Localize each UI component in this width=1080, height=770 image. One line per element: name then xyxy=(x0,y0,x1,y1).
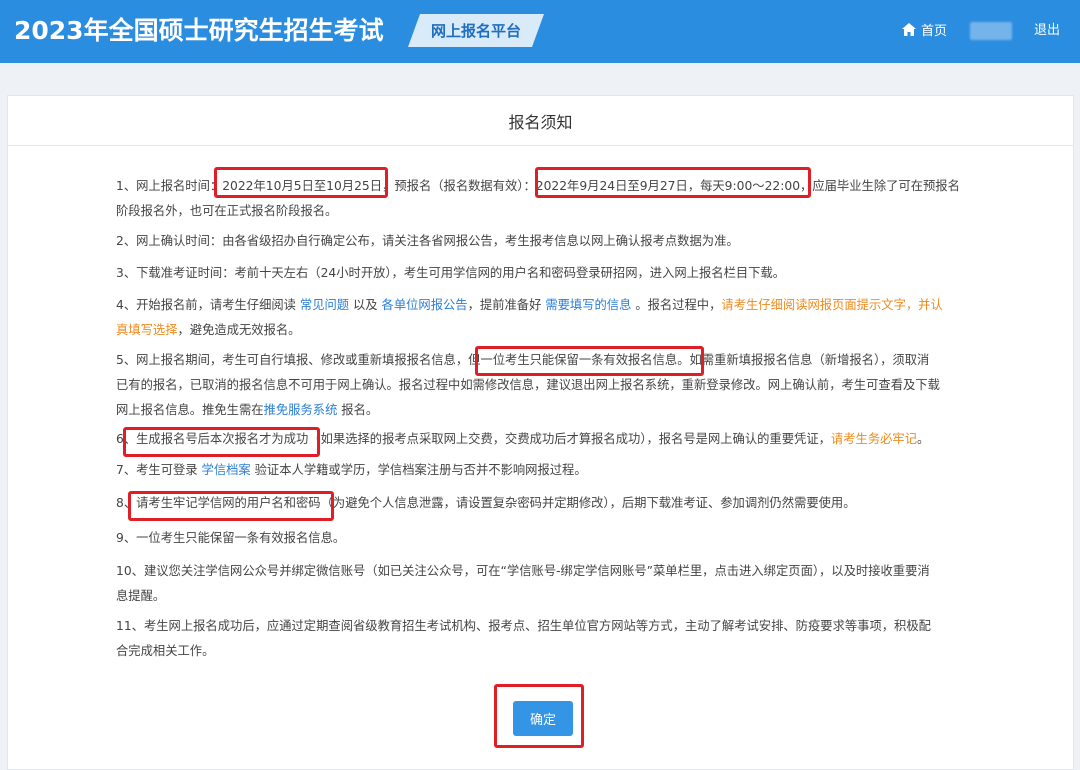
item-text: 应届毕业生除了可在预报名 xyxy=(812,179,960,193)
item-text: 8、 xyxy=(116,496,137,510)
item-text: ，避免造成无效报名。 xyxy=(177,323,301,337)
faq-link[interactable]: 常见问题 xyxy=(300,298,349,312)
notice-item-4: 4、开始报名前，请考生仔细阅读 常见问题 以及 各单位网报公告，提前准备好 需要… xyxy=(116,293,976,343)
top-header: 2023年全国硕士研究生招生考试 网上报名平台 首页 退出 xyxy=(0,0,1080,63)
item-text: 。报名过程中， xyxy=(631,298,722,312)
warning-text: 请考生仔细阅读网报页面提示文字，并认 xyxy=(721,298,943,312)
item-text: （如果选择的报考点采取网上交费，交费成功后才算报名成功），报名号是网上确认的重要… xyxy=(308,432,831,446)
notice-item-3: 3、下载准考证时间：考前十天左右（24小时开放），考生可用学信网的用户名和密码登… xyxy=(116,261,976,286)
item-text: 7、考生可登录 xyxy=(116,463,202,477)
user-name-blurred xyxy=(970,22,1012,40)
item-text: 验证本人学籍或学历，学信档案注册与否并不影响网报过程。 xyxy=(250,463,587,477)
xuexin-archive-link[interactable]: 学信档案 xyxy=(202,463,251,477)
notice-item-11: 11、考生网上报名成功后，应通过定期查阅省级教育招生考试机构、报考点、招生单位官… xyxy=(116,614,976,664)
item-text: 网上报名信息。推免生需在 xyxy=(116,403,264,417)
item-text: 息提醒。 xyxy=(116,589,166,603)
notice-item-2: 2、网上确认时间：由各省级招办自行确定公布，请关注各省网报公告，考生报考信息以网… xyxy=(116,229,976,254)
notice-item-9: 9、一位考生只能保留一条有效报名信息。 xyxy=(116,526,976,551)
item-text: 2022年9月24日至9月27日，每天9:00～22:00， xyxy=(535,179,813,193)
notice-item-1: 1、网上报名时间：2022年10月5日至10月25日，预报名（报名数据有效）：2… xyxy=(116,174,976,224)
home-link[interactable]: 首页 xyxy=(902,19,947,39)
notice-item-10: 10、建议您关注学信网公众号并绑定微信账号（如已关注公众号，可在“学信账号-绑定… xyxy=(116,559,976,609)
warning-text: 请考生务必牢记 xyxy=(830,432,918,446)
item-text: 1、网上报名时间： xyxy=(116,179,223,193)
item-text: 请考生牢记学信网的用户名和密码 xyxy=(136,496,321,510)
item-text: 以及 xyxy=(349,298,382,312)
required-info-link[interactable]: 需要填写的信息 xyxy=(545,298,631,312)
warning-text: 真填写选择 xyxy=(116,323,178,337)
item-text: 10、建议您关注学信网公众号并绑定微信账号（如已关注公众号，可在“学信账号-绑定… xyxy=(116,564,930,578)
item-text: ，提前准备好 xyxy=(467,298,546,312)
item-text: 。 xyxy=(917,432,930,446)
item-text: 合完成相关工作。 xyxy=(116,644,215,658)
unit-announcement-link[interactable]: 各单位网报公告 xyxy=(382,298,468,312)
site-title: 2023年全国硕士研究生招生考试 xyxy=(14,16,384,45)
item-text: 已有的报名，已取消的报名信息不可用于网上确认。报名过程中如需修改信息，建议退出网… xyxy=(116,378,940,392)
item-text: 6、 xyxy=(116,432,137,446)
item-text: 9、一位考生只能保留一条有效报名信息。 xyxy=(116,531,346,545)
item-text: 如需重新填报报名信息（新增报名），须取消 xyxy=(689,353,930,367)
recommend-system-link[interactable]: 推免服务系统 xyxy=(264,403,338,417)
notice-item-8: 8、请考生牢记学信网的用户名和密码（为避免个人信息泄露，请设置复杂密码并定期修改… xyxy=(116,491,976,516)
notice-item-7: 7、考生可登录 学信档案 验证本人学籍或学历，学信档案注册与否并不影响网报过程。 xyxy=(116,458,976,483)
item-text: 11、考生网上报名成功后，应通过定期查阅省级教育招生考试机构、报考点、招生单位官… xyxy=(116,619,931,633)
item-text: 2022年10月5日至10月25日， xyxy=(222,179,395,193)
item-text: 阶段报名外，也可在正式报名阶段报名。 xyxy=(116,204,338,218)
notice-item-6: 6、生成报名号后本次报名才为成功（如果选择的报考点采取网上交费，交费成功后才算报… xyxy=(116,427,976,452)
item-text: 但一位考生只能保留一条有效报名信息。 xyxy=(468,353,690,367)
item-text: 预报名（报名数据有效）： xyxy=(394,179,536,193)
item-text: 3、下载准考证时间：考前十天左右（24小时开放），考生可用学信网的用户名和密码登… xyxy=(116,266,786,280)
item-text: 5、网上报名期间，考生可自行填报、修改或重新填报报名信息， xyxy=(116,353,469,367)
platform-tag: 网上报名平台 xyxy=(408,14,544,47)
panel-title: 报名须知 xyxy=(8,96,1073,146)
item-text: 4、开始报名前，请考生仔细阅读 xyxy=(116,298,300,312)
confirm-button[interactable]: 确定 xyxy=(513,701,573,736)
item-text: 生成报名号后本次报名才为成功 xyxy=(136,432,309,446)
platform-label: 网上报名平台 xyxy=(430,22,521,40)
item-text: 2、网上确认时间：由各省级招办自行确定公布，请关注各省网报公告，考生报考信息以网… xyxy=(116,234,739,248)
home-icon xyxy=(902,22,916,36)
item-text: 报名。 xyxy=(337,403,379,417)
logout-link[interactable]: 退出 xyxy=(1034,19,1060,38)
notice-panel: 报名须知 1、网上报名时间：2022年10月5日至10月25日，预报名（报名数据… xyxy=(7,95,1074,770)
notice-item-5: 5、网上报名期间，考生可自行填报、修改或重新填报报名信息，但一位考生只能保留一条… xyxy=(116,348,976,423)
home-label: 首页 xyxy=(921,23,948,39)
item-text: （为避免个人信息泄露，请设置复杂密码并定期修改），后期下载准考证、参加调剂仍然需… xyxy=(320,496,856,510)
